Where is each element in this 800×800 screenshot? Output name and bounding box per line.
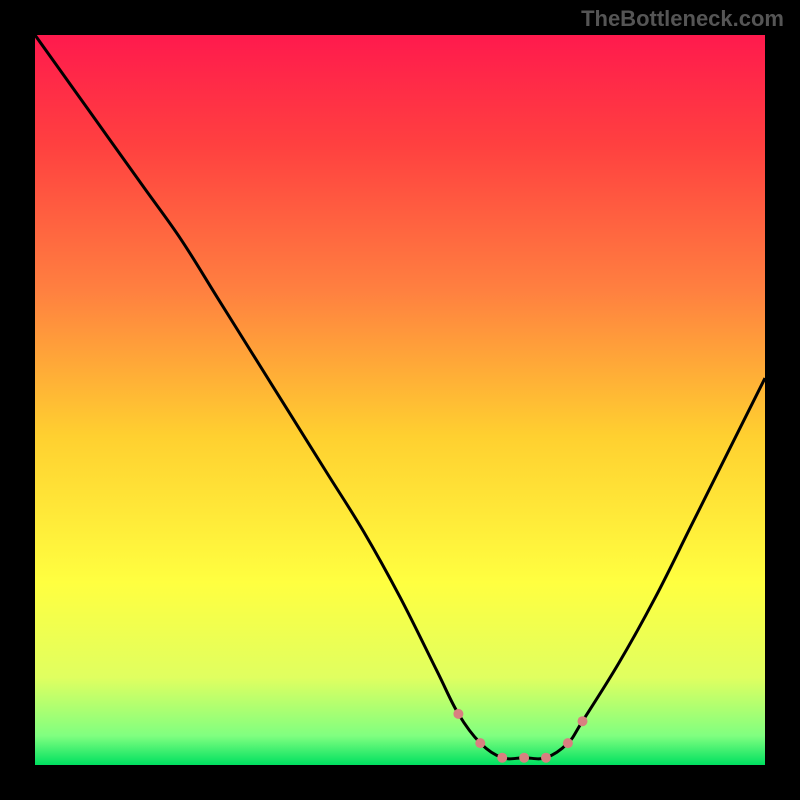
chart-container: TheBottleneck.com: [0, 0, 800, 800]
marker-dot: [541, 753, 551, 763]
marker-dot: [475, 738, 485, 748]
gradient-background: [35, 35, 765, 765]
marker-dot: [519, 753, 529, 763]
chart-svg: [35, 35, 765, 765]
plot-area: [35, 35, 765, 765]
marker-dot: [563, 738, 573, 748]
marker-dot: [578, 716, 588, 726]
marker-dot: [453, 709, 463, 719]
marker-dot: [497, 753, 507, 763]
watermark-text: TheBottleneck.com: [581, 6, 784, 32]
